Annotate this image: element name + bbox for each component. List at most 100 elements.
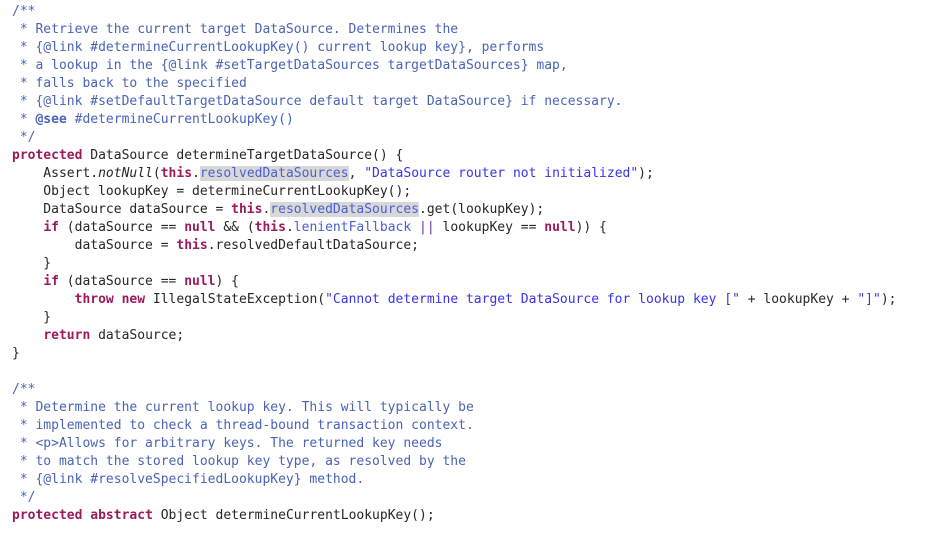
code-line[interactable]: if (dataSource == null && (this.lenientF… (12, 219, 925, 237)
code-line[interactable]: * {@link #resolveSpecifiedLookupKey} met… (12, 471, 925, 489)
code-line[interactable]: * @see #determineCurrentLookupKey() (12, 111, 925, 129)
code-token-keyword: abstract (90, 508, 153, 523)
code-line[interactable]: throw new IllegalStateException("Cannot … (12, 291, 925, 309)
code-line[interactable]: if (dataSource == null) { (12, 273, 925, 291)
code-line[interactable]: Object lookupKey = determineCurrentLooku… (12, 183, 925, 201)
code-token-field: lenientFallback (293, 220, 412, 235)
code-line[interactable]: * Retrieve the current target DataSource… (12, 21, 925, 39)
code-token-comment: */ (12, 490, 36, 505)
code-token-plain: (dataSource == (58, 274, 185, 289)
code-token-comment: /** (12, 382, 36, 397)
code-token-plain: )) { (575, 220, 607, 235)
code-token-keyword: new (121, 292, 146, 307)
code-line[interactable]: } (12, 309, 925, 327)
code-token-plain: ) { (215, 274, 239, 289)
code-line[interactable] (12, 363, 925, 381)
code-token-plain: .get(lookupKey); (419, 202, 545, 217)
code-token-plain: Object lookupKey = determineCurrentLooku… (12, 184, 412, 199)
code-line[interactable]: * a lookup in the {@link #setTargetDataS… (12, 57, 925, 75)
code-token-keyword: this (176, 238, 208, 253)
code-token-comment: * {@link #determineCurrentLookupKey() cu… (12, 40, 545, 55)
code-token-static: notNull (98, 166, 153, 181)
code-token-punct: . (192, 166, 200, 181)
code-token-plain: .resolvedDefaultDataSource; (207, 238, 420, 253)
code-token-comment: * {@link #resolveSpecifiedLookupKey} met… (12, 472, 365, 487)
code-line[interactable]: * Determine the current lookup key. This… (12, 399, 925, 417)
code-token-string: "]" (857, 292, 881, 307)
code-token-plain: } (12, 256, 52, 271)
code-token-comment: * implemented to check a thread-bound tr… (12, 418, 474, 433)
code-content[interactable]: /** * Retrieve the current target DataSo… (12, 3, 925, 525)
code-token-comment: #determineCurrentLookupKey() (66, 112, 294, 127)
code-token-plain: Assert. (12, 166, 99, 181)
code-line[interactable]: Assert.notNull(this.resolvedDataSources,… (12, 165, 925, 183)
code-line[interactable]: DataSource dataSource = this.resolvedDat… (12, 201, 925, 219)
code-token-plain: } (12, 346, 20, 361)
code-token-plain: lookupKey == (434, 220, 545, 235)
code-token-plain: DataSource determineTargetDataSource() { (82, 148, 404, 163)
code-token-comment: * Determine the current lookup key. This… (12, 400, 474, 415)
code-token-comment: * a lookup in the {@link #setTargetDataS… (12, 58, 568, 73)
code-line[interactable]: */ (12, 489, 925, 507)
code-line[interactable]: /** (12, 381, 925, 399)
code-editor[interactable]: /** * Retrieve the current target DataSo… (0, 0, 925, 539)
code-token-keyword: protected (12, 148, 83, 163)
code-token-plain: ); (638, 166, 654, 181)
code-line[interactable]: * falls back to the specified (12, 75, 925, 93)
code-token-punct: . (285, 220, 294, 235)
code-token-punct: ( (152, 166, 161, 181)
code-token-string: "DataSource router not initialized" (364, 166, 639, 181)
code-token-comment: * (12, 112, 36, 127)
code-token-comment: */ (12, 130, 36, 145)
code-token-plain: (dataSource == (58, 220, 185, 235)
code-line[interactable]: * implemented to check a thread-bound tr… (12, 417, 925, 435)
code-line[interactable]: /** (12, 3, 925, 21)
code-line[interactable]: * {@link #setDefaultTargetDataSource def… (12, 93, 925, 111)
code-token-comment: * falls back to the specified (12, 76, 247, 91)
code-token-string: "Cannot determine target DataSource for … (325, 292, 740, 307)
code-line[interactable]: } (12, 255, 925, 273)
code-token-plain: dataSource = (12, 238, 177, 253)
code-token-keyword: null (184, 220, 216, 235)
code-token-plain: } (12, 310, 52, 325)
code-token-plain: , (348, 166, 365, 181)
code-token-comment: * Retrieve the current target DataSource… (12, 22, 459, 37)
code-token-keyword: this (254, 220, 286, 235)
code-line[interactable]: * to match the stored lookup key type, a… (12, 453, 925, 471)
code-token-keyword: protected (12, 508, 83, 523)
code-line[interactable]: * {@link #determineCurrentLookupKey() cu… (12, 39, 925, 57)
code-line[interactable]: protected DataSource determineTargetData… (12, 147, 925, 165)
code-token-occurrence: resolvedDataSources (270, 202, 420, 217)
code-token-operator: || (419, 220, 435, 235)
code-token-keyword: if (43, 220, 59, 235)
code-token-plain: && ( (215, 220, 255, 235)
code-token-keyword: this (160, 166, 193, 181)
code-token-keyword: null (544, 220, 576, 235)
code-token-plain: dataSource; (90, 328, 185, 343)
code-token-tag: @see (35, 112, 67, 127)
code-token-keyword: return (43, 328, 91, 343)
code-token-keyword: throw (74, 292, 114, 307)
code-line[interactable]: protected abstract Object determineCurre… (12, 507, 925, 525)
code-token-keyword: if (43, 274, 59, 289)
code-token-plain: IllegalStateException( (145, 292, 326, 307)
code-token-comment: * to match the stored lookup key type, a… (12, 454, 466, 469)
code-line[interactable]: * <p>Allows for arbitrary keys. The retu… (12, 435, 925, 453)
code-line[interactable]: return dataSource; (12, 327, 925, 345)
code-token-plain: Object determineCurrentLookupKey(); (152, 508, 435, 523)
code-line[interactable]: } (12, 345, 925, 363)
code-line[interactable]: dataSource = this.resolvedDefaultDataSou… (12, 237, 925, 255)
code-token-keyword: null (184, 274, 216, 289)
code-token-keyword: this (231, 202, 263, 217)
code-token-occurrence: resolvedDataSources (199, 166, 349, 181)
code-token-plain: DataSource dataSource = (12, 202, 232, 217)
code-token-comment: * <p>Allows for arbitrary keys. The retu… (12, 436, 443, 451)
code-token-plain: ); (880, 292, 897, 307)
code-line[interactable]: */ (12, 129, 925, 147)
code-token-comment: /** (12, 4, 36, 19)
